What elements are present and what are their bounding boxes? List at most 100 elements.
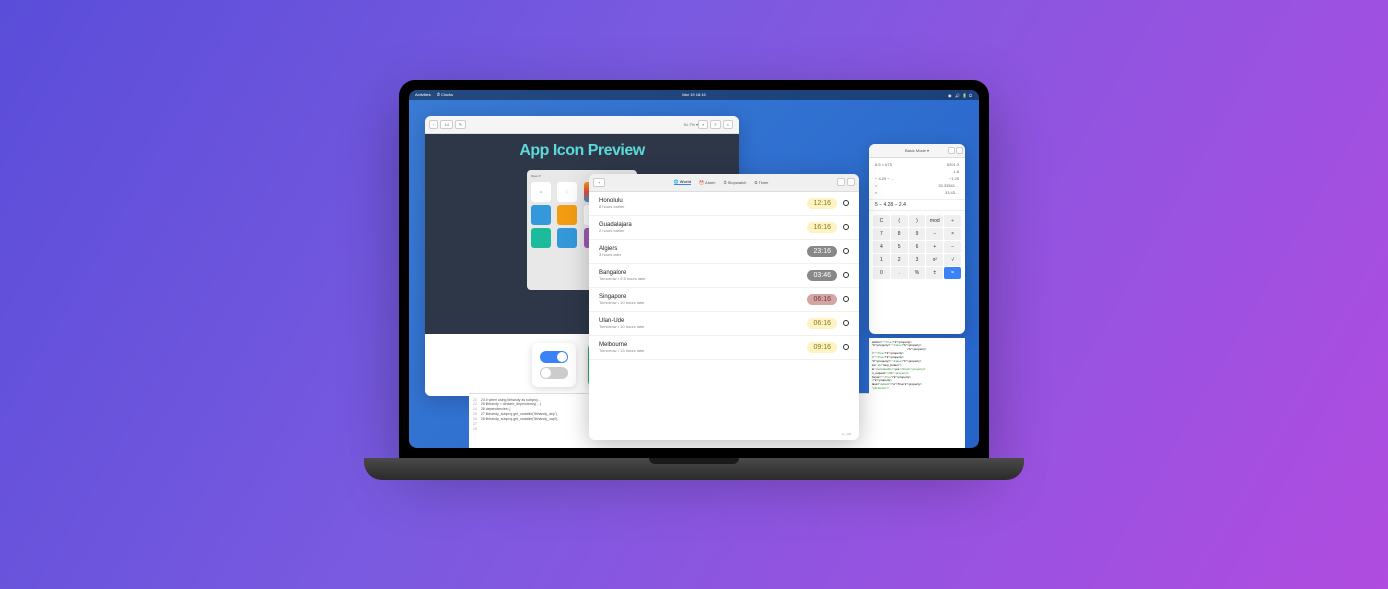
icon-preview-header[interactable]: ‹ 14 ✎ 91.7% ▾ ⌕ ≡ × — [425, 116, 739, 134]
app-icon[interactable]: □ — [531, 182, 551, 202]
add-clock-button[interactable]: + — [593, 178, 605, 187]
toggle-off[interactable] — [540, 367, 568, 379]
world-clock-row[interactable]: Guadalajara2 hours earlier16:16 — [589, 216, 859, 240]
app-icon[interactable] — [557, 228, 577, 248]
toggle-preview-card — [532, 343, 576, 387]
volume-icon[interactable]: 🔊 — [955, 93, 959, 97]
daylight-icon — [843, 320, 849, 326]
menu-icon[interactable] — [837, 178, 845, 186]
calc-key[interactable]: − — [926, 228, 943, 240]
calc-key[interactable]: 3 — [909, 254, 926, 266]
app-icon[interactable] — [557, 205, 577, 225]
locale-label: en_GB — [842, 432, 851, 436]
app-icon[interactable] — [531, 205, 551, 225]
time-offset: Tomorrow • 10 hours later — [599, 324, 807, 329]
time-offset: 3 hours later — [599, 252, 807, 257]
calc-key[interactable]: mod — [926, 215, 943, 227]
world-clock-row[interactable]: Honolulu8 hours earlier12:16 — [589, 192, 859, 216]
calc-key[interactable]: × — [944, 228, 961, 240]
clocks-window[interactable]: + 🌐 World ⏰ Alarm ⏱ Stopwatch ⏲ Timer Ho… — [589, 174, 859, 440]
world-clock-row[interactable]: Ulan-UdeTomorrow • 10 hours later06:16 — [589, 312, 859, 336]
preview-title: App Icon Preview — [519, 142, 644, 160]
calc-key[interactable]: 7 — [873, 228, 890, 240]
app-menu[interactable]: ⏱ Clocks — [437, 92, 453, 97]
calc-key[interactable]: ( — [891, 215, 908, 227]
edit-icon[interactable]: ✎ — [455, 120, 466, 129]
laptop-frame: Activities ⏱ Clocks Mar 19 18:16 ◉ 🔊 🔋 ⏻… — [364, 80, 1024, 510]
code-content[interactable]: 24 # when using libhandy as subproj… 25 … — [481, 398, 558, 444]
tab-world[interactable]: 🌐 World — [674, 179, 691, 185]
zoom-label[interactable]: 91.7% ▾ — [684, 122, 698, 127]
system-tray[interactable]: ◉ 🔊 🔋 ⏻ — [948, 93, 973, 97]
tab-timer[interactable]: ⏲ Timer — [754, 179, 768, 185]
app-icon[interactable] — [531, 228, 551, 248]
calc-key[interactable]: 9 — [909, 228, 926, 240]
calc-key[interactable]: 5 — [891, 241, 908, 253]
calc-key[interactable]: 4 — [873, 241, 890, 253]
calc-key[interactable]: . — [891, 267, 908, 279]
laptop-screen: Activities ⏱ Clocks Mar 19 18:16 ◉ 🔊 🔋 ⏻… — [399, 80, 989, 458]
calculator-header[interactable]: Basic Mode ▾ — [869, 144, 965, 158]
time-offset: Tomorrow • 9.5 hours later — [599, 276, 807, 281]
toggle-on[interactable] — [540, 351, 568, 363]
daylight-icon — [843, 200, 849, 206]
calc-key[interactable]: √ — [944, 254, 961, 266]
menu-icon[interactable]: ≡ — [710, 120, 720, 129]
calc-key[interactable]: C — [873, 215, 890, 227]
power-icon[interactable]: ⏻ — [969, 93, 973, 97]
back-button[interactable]: ‹ — [429, 120, 438, 129]
activities-button[interactable]: Activities — [415, 92, 431, 97]
calc-key[interactable]: 8 — [891, 228, 908, 240]
app-icon[interactable]: 📄 — [557, 182, 577, 202]
world-clock-row[interactable]: MelbourneTomorrow • 13 hours later09:16 — [589, 336, 859, 360]
calc-key[interactable]: − — [944, 241, 961, 253]
daylight-icon — [843, 296, 849, 302]
minimize-icon[interactable] — [948, 147, 955, 154]
calc-key[interactable]: % — [909, 267, 926, 279]
time-badge: 09:16 — [807, 342, 837, 353]
clock-label[interactable]: Mar 19 18:16 — [682, 92, 706, 97]
daylight-icon — [843, 344, 849, 350]
world-clock-row[interactable]: BangaloreTomorrow • 9.5 hours later03:46 — [589, 264, 859, 288]
network-icon[interactable]: ◉ — [948, 93, 952, 97]
clocks-header[interactable]: + 🌐 World ⏰ Alarm ⏱ Stopwatch ⏲ Timer — [589, 174, 859, 192]
time-badge: 06:16 — [807, 318, 837, 329]
time-badge: 16:16 — [807, 222, 837, 233]
calc-key[interactable]: ÷ — [944, 215, 961, 227]
time-offset: Tomorrow • 13 hours later — [599, 348, 807, 353]
mode-selector[interactable]: Basic Mode ▾ — [905, 148, 929, 153]
calculator-window[interactable]: Basic Mode ▾ 8.5 × 6755201.3 1.8 − 4.25 … — [869, 144, 965, 334]
tab-alarm[interactable]: ⏰ Alarm — [699, 179, 715, 185]
daylight-icon — [843, 248, 849, 254]
world-clock-list: Honolulu8 hours earlier12:16Guadalajara2… — [589, 192, 859, 360]
page-indicator: 14 — [440, 120, 452, 129]
battery-icon[interactable]: 🔋 — [962, 93, 966, 97]
tab-stopwatch[interactable]: ⏱ Stopwatch — [724, 179, 747, 185]
calc-key[interactable]: 1 — [873, 254, 890, 266]
calc-key[interactable]: 6 — [909, 241, 926, 253]
calc-key[interactable]: + — [926, 241, 943, 253]
top-bar: Activities ⏱ Clocks Mar 19 18:16 ◉ 🔊 🔋 ⏻ — [409, 90, 979, 100]
time-badge: 23:16 — [807, 246, 837, 257]
calculator-history: 8.5 × 6755201.3 1.8 − 4.25 − …−1.25 =33.… — [869, 158, 965, 200]
calc-key[interactable]: = — [944, 267, 961, 279]
close-icon[interactable]: × — [723, 120, 733, 129]
close-icon[interactable] — [847, 178, 855, 186]
calc-key[interactable]: 2 — [891, 254, 908, 266]
time-badge: 12:16 — [807, 198, 837, 209]
calculator-keypad: C()mod÷789−×456+−123x²√0.%±= — [869, 211, 965, 283]
calculator-display[interactable]: 5 − 4.28 − 2.4 — [869, 199, 965, 211]
panel-tab-open[interactable]: Open ▾ — [531, 174, 541, 178]
calc-key[interactable]: x² — [926, 254, 943, 266]
time-offset: 2 hours earlier — [599, 228, 807, 233]
world-clock-row[interactable]: Algiers3 hours later23:16 — [589, 240, 859, 264]
close-icon[interactable] — [956, 147, 963, 154]
code-editor-right[interactable]: action="">True"/"k">property>"k">propert… — [869, 338, 965, 438]
calc-key[interactable]: 0 — [873, 267, 890, 279]
line-numbers: 22232425262728 — [473, 398, 477, 444]
calc-key[interactable]: ± — [926, 267, 943, 279]
calc-key[interactable]: ) — [909, 215, 926, 227]
search-icon[interactable]: ⌕ — [698, 120, 708, 129]
daylight-icon — [843, 224, 849, 230]
world-clock-row[interactable]: SingaporeTomorrow • 10 hours later06:16 — [589, 288, 859, 312]
